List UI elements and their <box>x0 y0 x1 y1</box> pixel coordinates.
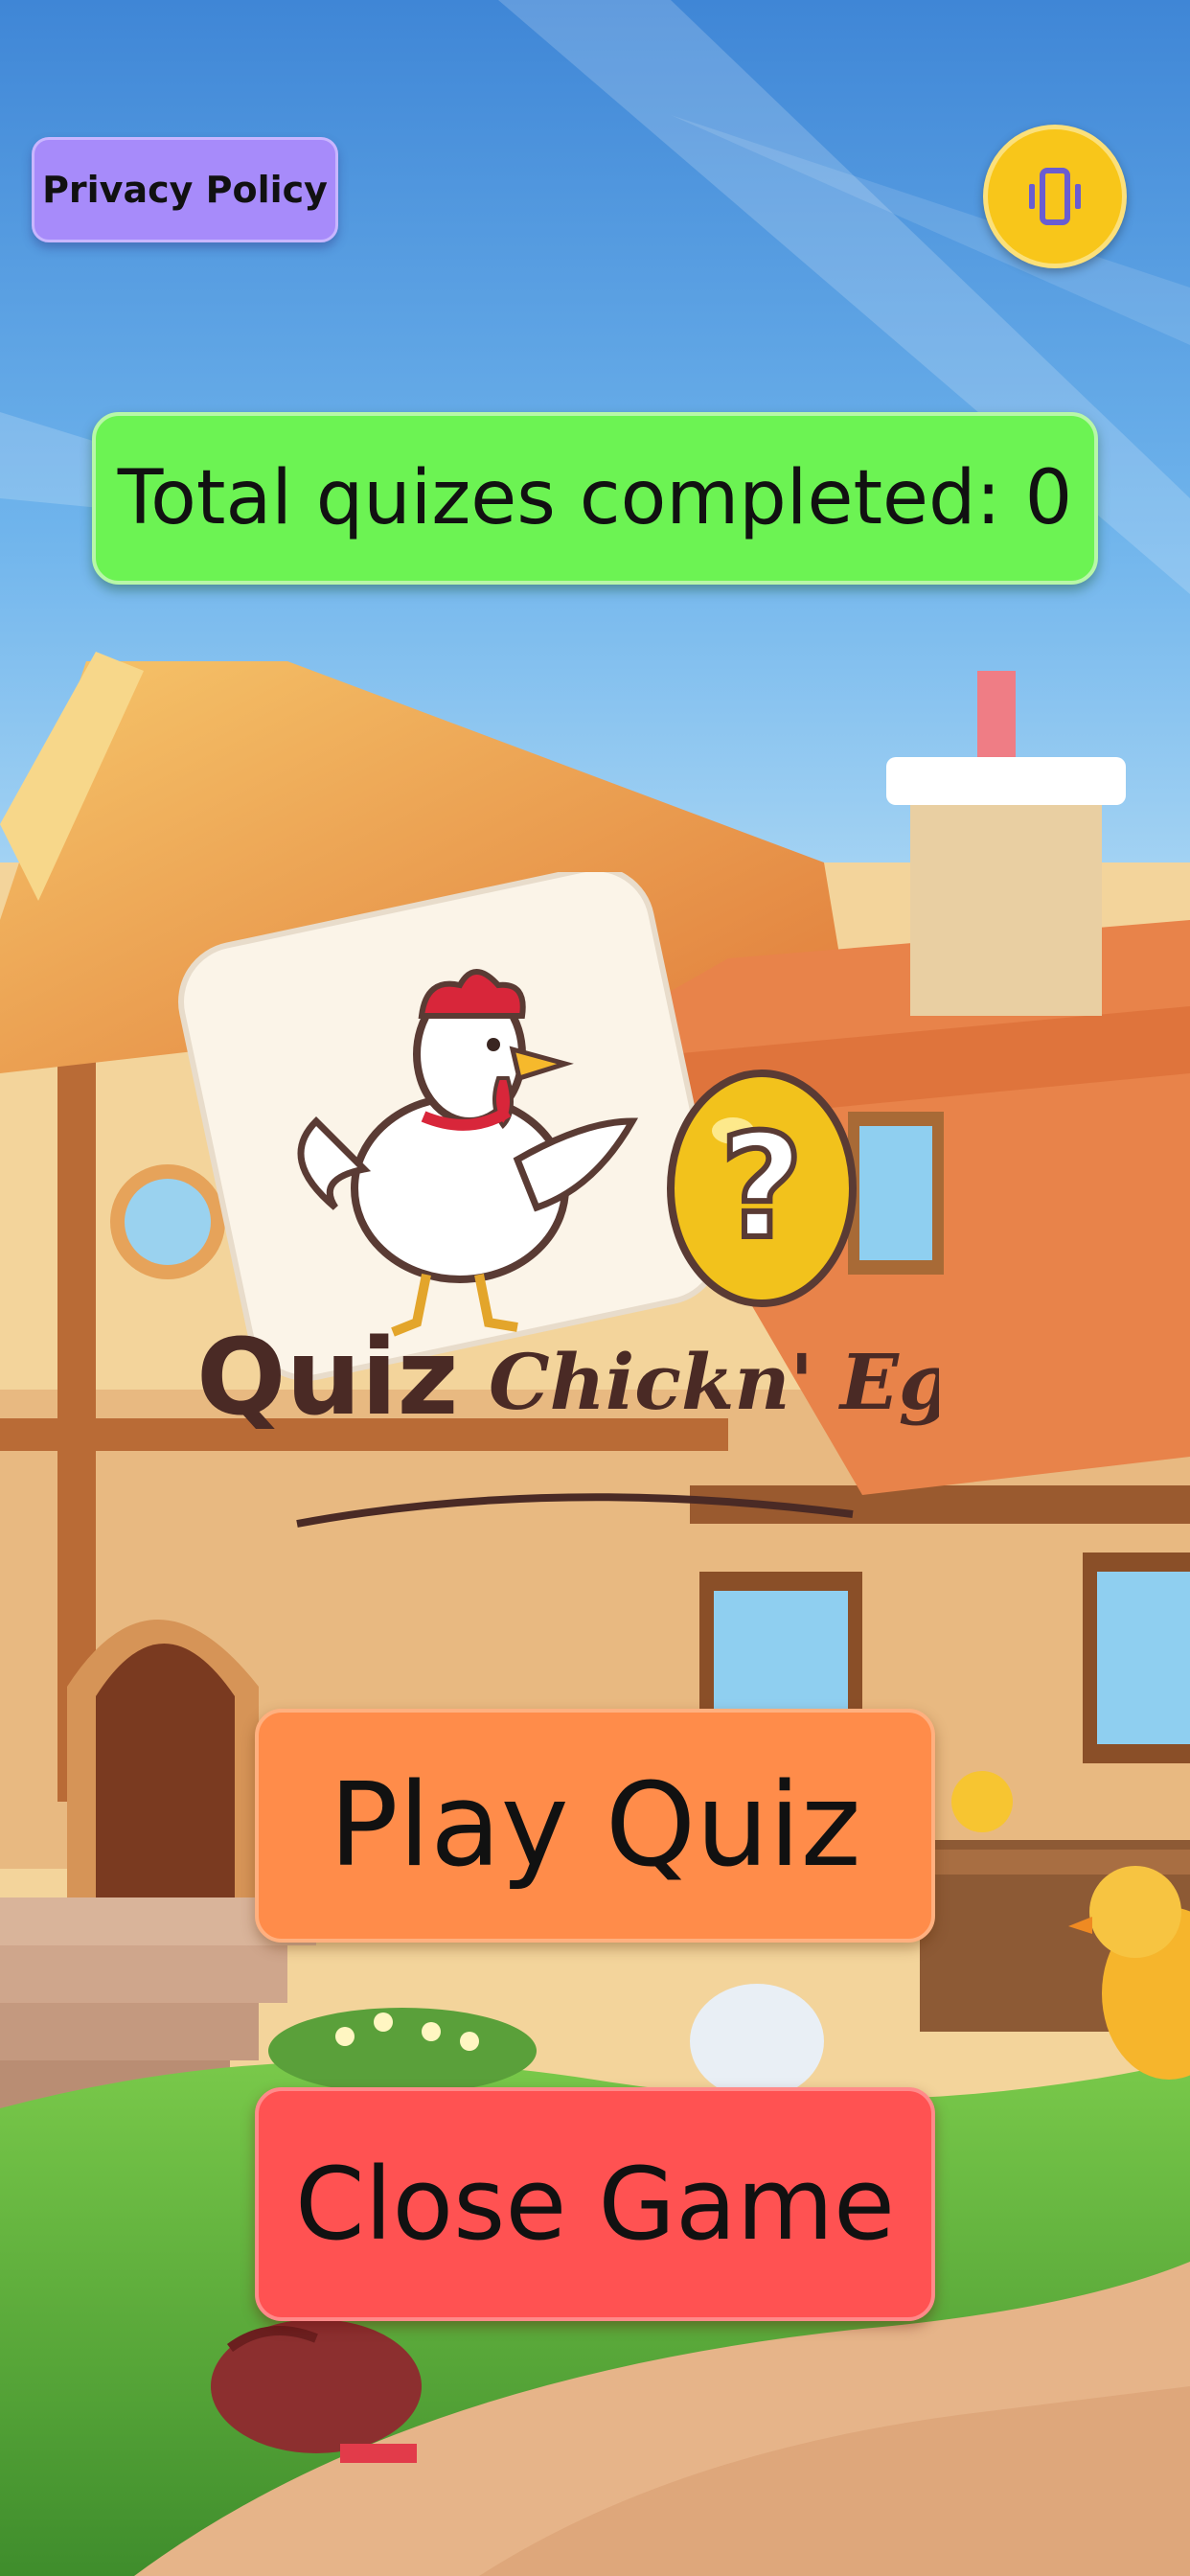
egg-question-mark: ? <box>720 1104 803 1271</box>
vibration-toggle-button[interactable] <box>983 125 1127 268</box>
game-main-menu: Privacy Policy Total quizes completed: 0 <box>0 0 1190 2576</box>
logo-word-chickn-eggs: Chickn' Eggs <box>489 1337 939 1427</box>
vibrate-phone-icon <box>1029 168 1081 225</box>
logo-word-quiz: Quiz <box>196 1316 459 1438</box>
golden-egg-icon: ? <box>667 1070 857 1307</box>
close-game-label: Close Game <box>295 2146 895 2263</box>
close-game-button[interactable]: Close Game <box>255 2087 935 2321</box>
quizzes-completed-text: Total quizes completed: 0 <box>117 455 1073 541</box>
quizzes-completed-banner: Total quizes completed: 0 <box>92 412 1098 585</box>
play-quiz-button[interactable]: Play Quiz <box>255 1709 935 1943</box>
privacy-policy-label: Privacy Policy <box>42 169 328 211</box>
privacy-policy-button[interactable]: Privacy Policy <box>32 137 338 242</box>
play-quiz-label: Play Quiz <box>329 1759 861 1893</box>
game-logo: ? Quiz Chickn' Eggs <box>178 872 939 1528</box>
